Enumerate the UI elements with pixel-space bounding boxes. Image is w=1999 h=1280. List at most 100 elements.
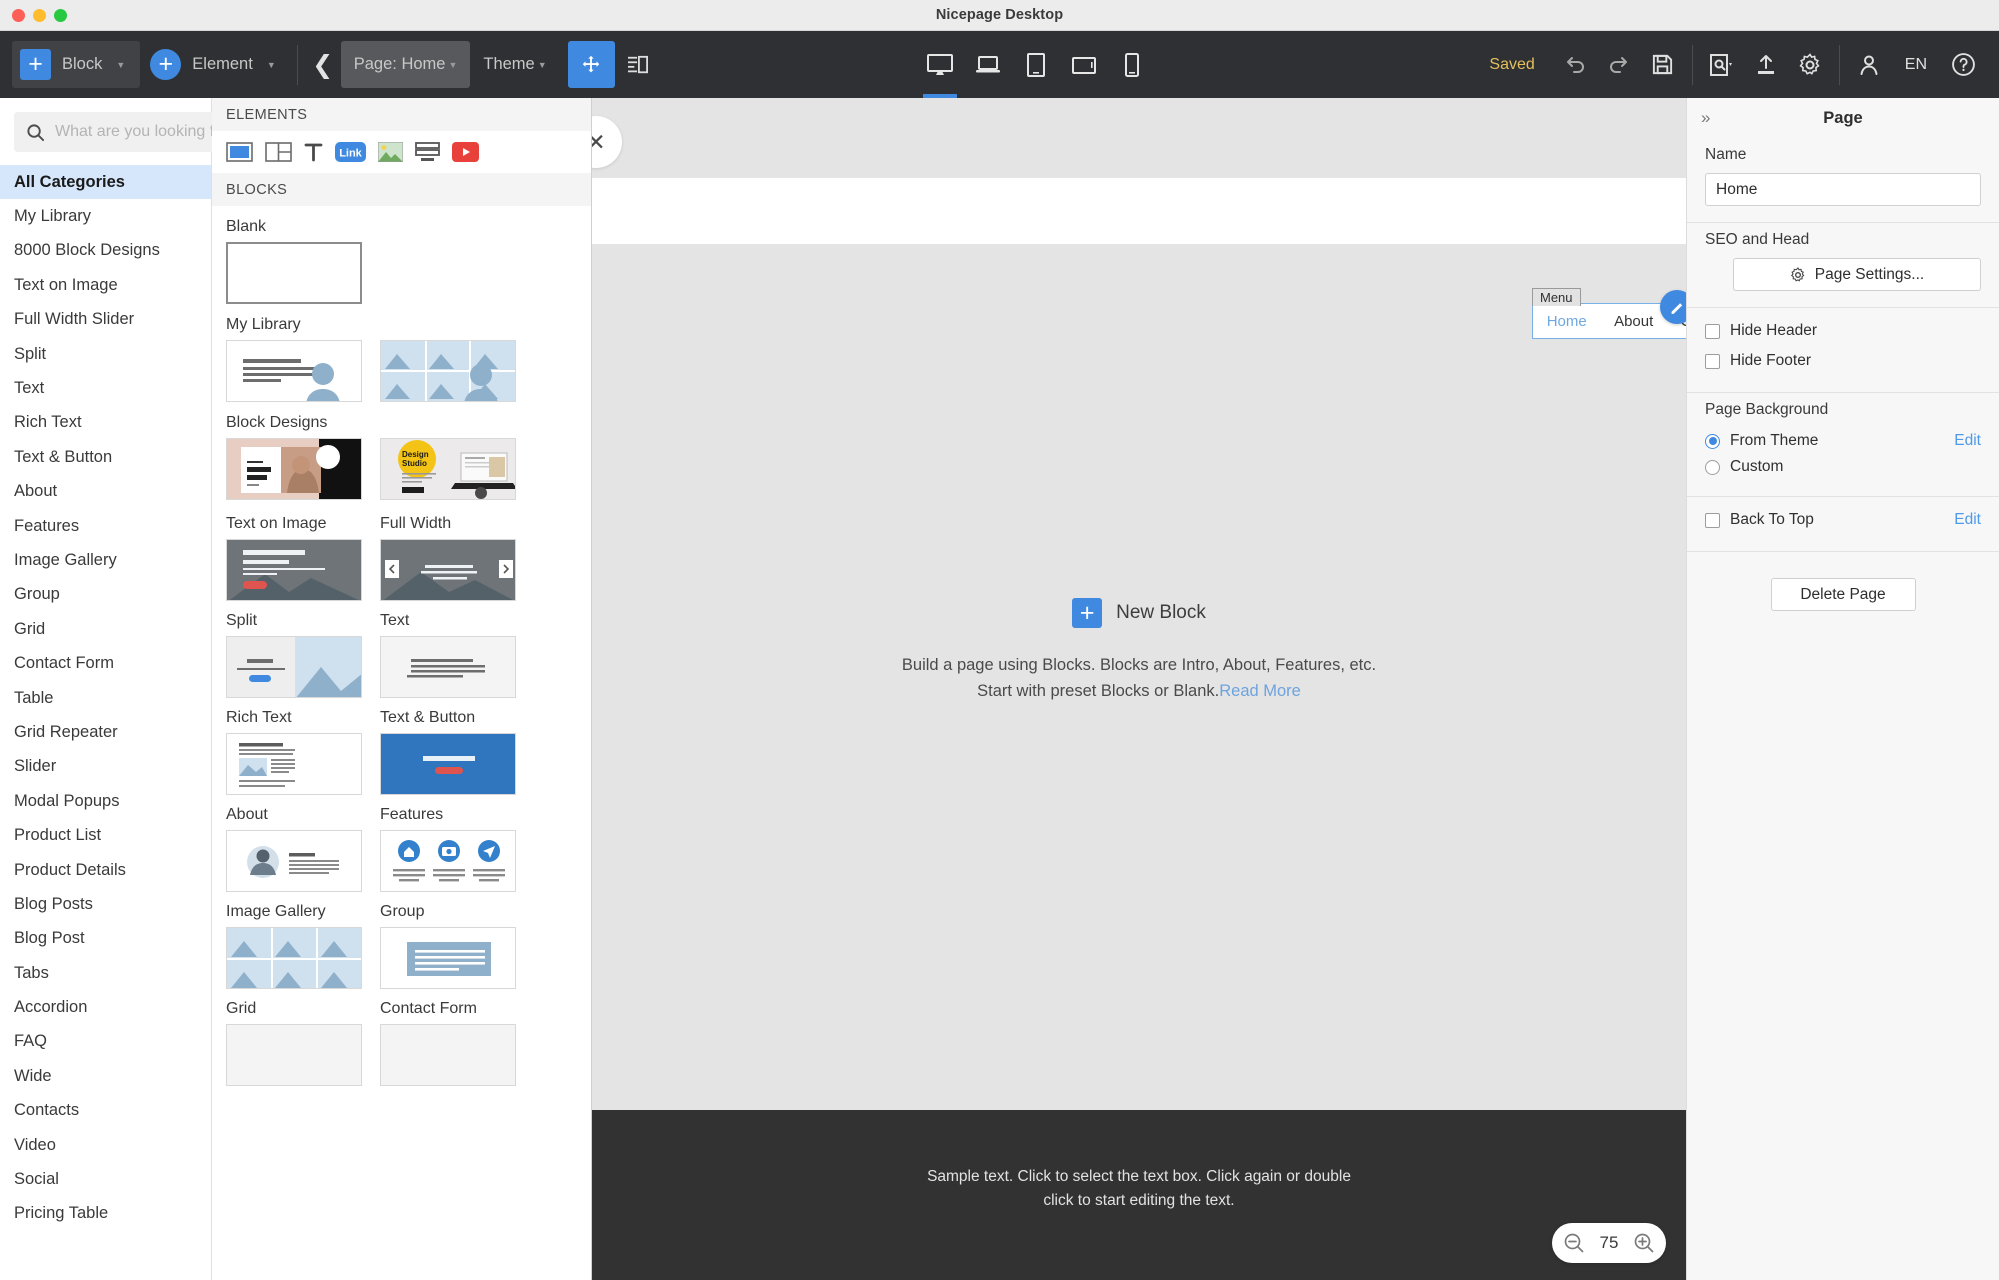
site-footer-block[interactable]: Sample text. Click to select the text bo… bbox=[592, 1110, 1686, 1280]
theme-button[interactable]: Theme ▼ bbox=[470, 41, 559, 88]
sidebar-item-product-details[interactable]: Product Details bbox=[0, 853, 211, 887]
bg-edit-link[interactable]: Edit bbox=[1954, 432, 1981, 450]
sidebar-item-rich-text[interactable]: Rich Text bbox=[0, 406, 211, 440]
new-block-button[interactable]: + New Block bbox=[1072, 598, 1206, 628]
collapse-panel-button[interactable]: » bbox=[1701, 108, 1710, 128]
video-element-icon[interactable] bbox=[452, 142, 479, 162]
block-thumb-library-text-person[interactable] bbox=[226, 340, 362, 402]
save-button[interactable] bbox=[1641, 41, 1685, 88]
preview-button[interactable] bbox=[1700, 41, 1744, 88]
hide-header-row[interactable]: Hide Header bbox=[1705, 316, 1981, 346]
add-block-button[interactable]: + Block ▼ bbox=[12, 41, 141, 88]
bg-custom-radio[interactable] bbox=[1705, 459, 1720, 475]
sidebar-item-features[interactable]: Features bbox=[0, 509, 211, 543]
device-preview-switcher[interactable] bbox=[918, 31, 1154, 98]
zoom-control[interactable]: 75 bbox=[1552, 1223, 1666, 1263]
sidebar-item-group[interactable]: Group bbox=[0, 578, 211, 612]
sidebar-item-grid[interactable]: Grid bbox=[0, 612, 211, 646]
block-thumb-text-on-image[interactable] bbox=[226, 539, 362, 601]
back-to-top-checkbox[interactable] bbox=[1705, 512, 1720, 528]
block-thumb-image-gallery[interactable] bbox=[226, 927, 362, 989]
hide-header-checkbox[interactable] bbox=[1705, 323, 1720, 339]
menu-item-about[interactable]: About bbox=[1614, 313, 1653, 330]
hide-footer-checkbox[interactable] bbox=[1705, 353, 1720, 369]
sidebar-item-text-on-image[interactable]: Text on Image bbox=[0, 268, 211, 302]
sidebar-item-modal-popups[interactable]: Modal Popups bbox=[0, 784, 211, 818]
bg-custom-row[interactable]: Custom bbox=[1705, 454, 1981, 480]
hide-footer-row[interactable]: Hide Footer bbox=[1705, 346, 1981, 376]
block-thumb-blank[interactable] bbox=[226, 242, 362, 304]
zoom-out-button[interactable] bbox=[1563, 1232, 1585, 1254]
sidebar-item-faq[interactable]: FAQ bbox=[0, 1025, 211, 1059]
block-thumb-beauty-salon[interactable] bbox=[226, 438, 362, 500]
layers-panel-button[interactable] bbox=[615, 41, 661, 88]
block-thumb-about[interactable] bbox=[226, 830, 362, 892]
sidebar-item-accordion[interactable]: Accordion bbox=[0, 990, 211, 1024]
sidebar-item-text[interactable]: Text bbox=[0, 371, 211, 405]
account-button[interactable] bbox=[1847, 41, 1891, 88]
sidebar-item-contacts[interactable]: Contacts bbox=[0, 1094, 211, 1128]
box-element-icon[interactable] bbox=[226, 142, 253, 162]
sidebar-item-split[interactable]: Split bbox=[0, 337, 211, 371]
bg-from-theme-radio[interactable] bbox=[1705, 433, 1720, 449]
block-thumb-full-width-slider[interactable] bbox=[380, 539, 516, 601]
device-tablet-portrait[interactable] bbox=[1014, 31, 1058, 98]
device-mobile[interactable] bbox=[1110, 31, 1154, 98]
text-element-icon[interactable] bbox=[304, 142, 323, 162]
page-selector-button[interactable]: Page: Home ▼ bbox=[340, 41, 471, 88]
block-thumb-design-studio[interactable]: Design Studio bbox=[380, 438, 516, 500]
sidebar-item-image-gallery[interactable]: Image Gallery bbox=[0, 543, 211, 577]
sidebar-item-blog-posts[interactable]: Blog Posts bbox=[0, 887, 211, 921]
block-thumb-library-gallery-person[interactable] bbox=[380, 340, 516, 402]
block-thumb-features[interactable] bbox=[380, 830, 516, 892]
sidebar-item-text-button[interactable]: Text & Button bbox=[0, 440, 211, 474]
sidebar-item-tabs[interactable]: Tabs bbox=[0, 956, 211, 990]
read-more-link[interactable]: Read More bbox=[1219, 682, 1301, 700]
block-thumb-text-and-button[interactable] bbox=[380, 733, 516, 795]
footer-sample-text[interactable]: Sample text. Click to select the text bo… bbox=[919, 1165, 1359, 1213]
add-element-button[interactable]: + Element ▼ bbox=[140, 41, 289, 88]
link-element-icon[interactable]: Link bbox=[335, 142, 366, 162]
sidebar-item-social[interactable]: Social bbox=[0, 1162, 211, 1196]
block-thumb-split[interactable] bbox=[226, 636, 362, 698]
sidebar-item-video[interactable]: Video bbox=[0, 1128, 211, 1162]
menu-item-home[interactable]: Home bbox=[1547, 313, 1587, 330]
device-laptop[interactable] bbox=[966, 31, 1010, 98]
site-header-block[interactable] bbox=[592, 178, 1686, 244]
delete-page-button[interactable]: Delete Page bbox=[1770, 578, 1916, 611]
form-element-icon[interactable] bbox=[415, 142, 440, 162]
sidebar-item-my-library[interactable]: My Library bbox=[0, 199, 211, 233]
block-thumb-grid[interactable] bbox=[226, 1024, 362, 1086]
zoom-value[interactable]: 75 bbox=[1595, 1233, 1623, 1253]
sidebar-item-wide[interactable]: Wide bbox=[0, 1059, 211, 1093]
block-thumb-contact-form[interactable] bbox=[380, 1024, 516, 1086]
sidebar-item-all-categories[interactable]: All Categories bbox=[0, 165, 211, 200]
edit-menu-button[interactable] bbox=[1660, 290, 1686, 324]
undo-button[interactable] bbox=[1553, 41, 1597, 88]
redo-button[interactable] bbox=[1597, 41, 1641, 88]
page-name-input[interactable] bbox=[1705, 173, 1981, 206]
back-button[interactable]: ❮ bbox=[305, 41, 341, 88]
sidebar-item-table[interactable]: Table bbox=[0, 681, 211, 715]
columns-element-icon[interactable] bbox=[265, 142, 292, 162]
sidebar-item-slider[interactable]: Slider bbox=[0, 750, 211, 784]
bg-from-theme-row[interactable]: From Theme Edit bbox=[1705, 428, 1981, 454]
page-canvas[interactable]: ✕ Menu HomeAboutContactPage 1 + New Bloc… bbox=[592, 98, 1686, 1280]
sidebar-item-product-list[interactable]: Product List bbox=[0, 818, 211, 852]
back-to-top-row[interactable]: Back To Top Edit bbox=[1705, 505, 1981, 535]
zoom-in-button[interactable] bbox=[1633, 1232, 1655, 1254]
page-settings-button[interactable]: Page Settings... bbox=[1733, 258, 1981, 291]
image-element-icon[interactable] bbox=[378, 142, 403, 162]
language-selector[interactable]: EN bbox=[1891, 56, 1941, 74]
move-tool-button[interactable] bbox=[567, 41, 615, 88]
settings-button[interactable] bbox=[1788, 41, 1832, 88]
close-panel-button[interactable]: ✕ bbox=[592, 116, 622, 168]
sidebar-item-pricing-table[interactable]: Pricing Table bbox=[0, 1197, 211, 1231]
sidebar-item-8000-block-designs[interactable]: 8000 Block Designs bbox=[0, 234, 211, 268]
sidebar-item-full-width-slider[interactable]: Full Width Slider bbox=[0, 303, 211, 337]
back-to-top-edit-link[interactable]: Edit bbox=[1954, 511, 1981, 529]
block-thumb-text[interactable] bbox=[380, 636, 516, 698]
block-thumb-rich-text[interactable] bbox=[226, 733, 362, 795]
sidebar-item-grid-repeater[interactable]: Grid Repeater bbox=[0, 715, 211, 749]
help-button[interactable] bbox=[1941, 41, 1985, 88]
